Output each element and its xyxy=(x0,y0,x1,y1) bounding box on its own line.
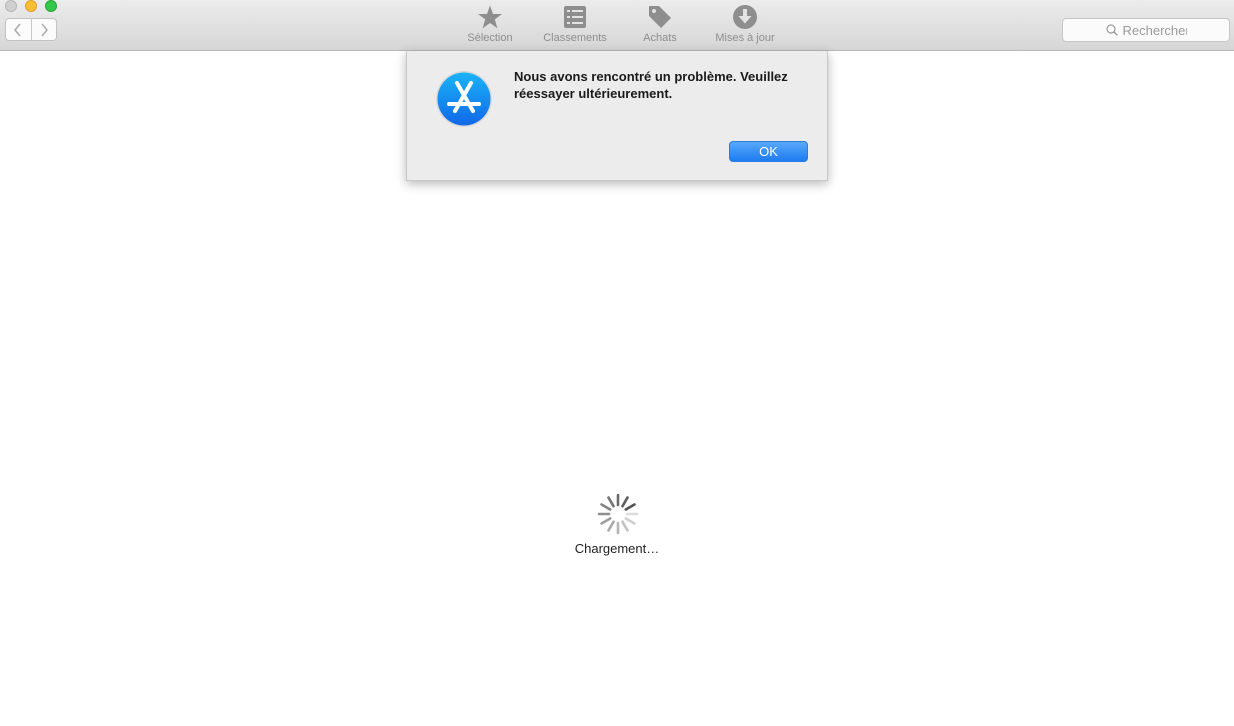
star-icon xyxy=(478,5,502,29)
tag-icon xyxy=(649,6,671,28)
minimize-window-button[interactable] xyxy=(25,0,37,12)
spinner-spoke xyxy=(607,520,615,532)
navigation-buttons xyxy=(5,18,57,41)
close-window-button[interactable] xyxy=(5,0,17,12)
search-input[interactable] xyxy=(1122,22,1187,38)
search-field[interactable] xyxy=(1062,18,1230,42)
download-icon xyxy=(733,5,757,29)
zoom-window-button[interactable] xyxy=(45,0,57,12)
chevron-left-icon xyxy=(14,23,22,36)
spinner-spoke xyxy=(624,517,636,525)
tab-mises-a-jour[interactable]: Mises à jour xyxy=(710,3,780,47)
spinner-spoke xyxy=(621,496,629,508)
spinner-spoke xyxy=(600,503,612,511)
tab-selection[interactable]: Sélection xyxy=(460,3,520,47)
chevron-right-icon xyxy=(41,23,48,36)
tab-achats[interactable]: Achats xyxy=(635,3,685,47)
tab-label: Sélection xyxy=(467,32,513,44)
tab-label: Achats xyxy=(643,32,677,44)
tab-classements[interactable]: Classements xyxy=(537,3,613,47)
error-alert-dialog: Nous avons rencontré un problème. Veuill… xyxy=(406,51,828,181)
spinner-spoke xyxy=(621,520,629,532)
spinner-spoke xyxy=(607,496,615,508)
list-icon xyxy=(564,6,586,28)
spinner-spoke xyxy=(600,517,612,525)
app-store-icon xyxy=(436,71,492,127)
forward-button[interactable] xyxy=(30,19,56,40)
search-icon xyxy=(1105,24,1118,36)
alert-message: Nous avons rencontré un problème. Veuill… xyxy=(514,69,788,101)
ok-button[interactable]: OK xyxy=(729,141,808,162)
loading-spinner-icon xyxy=(597,493,639,535)
loading-label: Chargement… xyxy=(574,541,660,556)
tab-label: Mises à jour xyxy=(715,32,775,44)
tab-label: Classements xyxy=(543,32,607,44)
back-button[interactable] xyxy=(6,19,31,40)
window-toolbar: Sélection Classements Achats Mises à jou… xyxy=(0,0,1234,51)
spinner-spoke xyxy=(624,503,636,511)
